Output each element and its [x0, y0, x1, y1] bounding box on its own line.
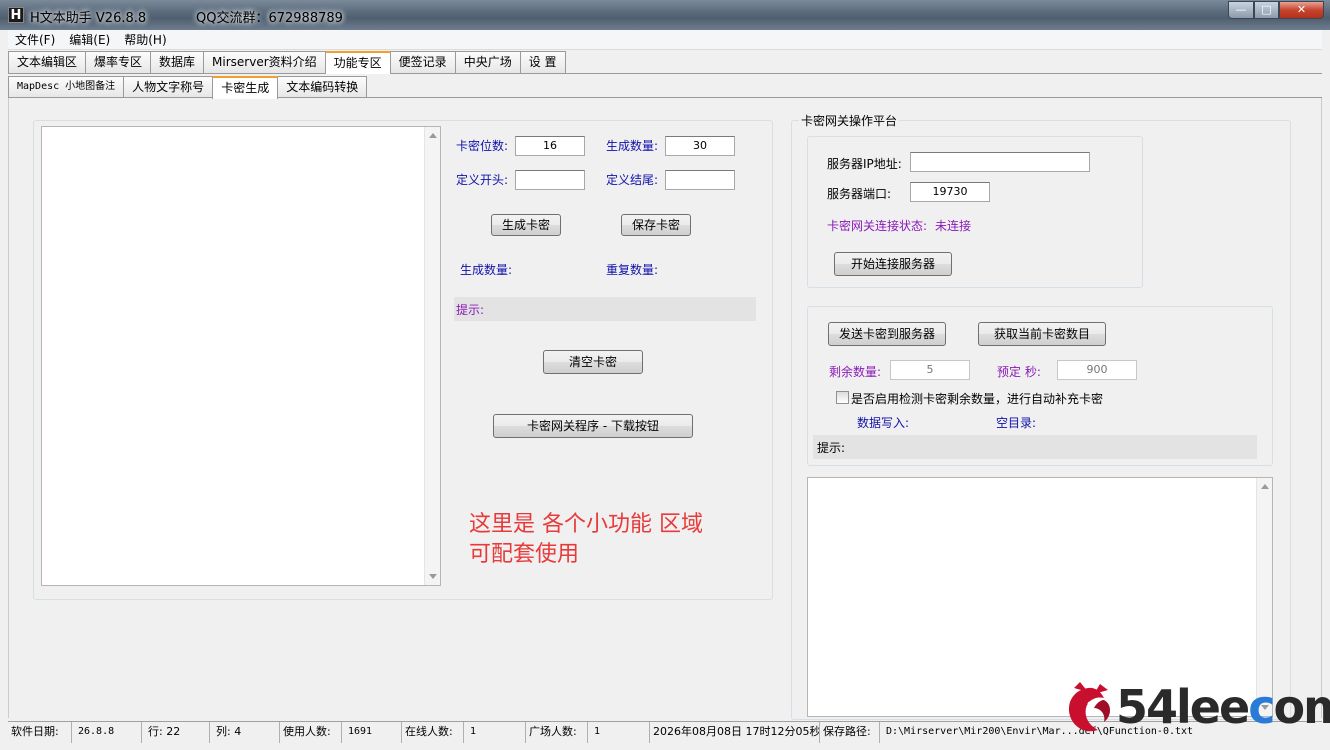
title-bar: H H文本助手 V26.8.8 QQ交流群：672988789 — □ ✕	[0, 0, 1330, 30]
server-port-label: 服务器端口:	[827, 187, 892, 201]
feature-note-line2: 可配套使用	[469, 542, 580, 567]
count-input[interactable]: 30	[665, 136, 735, 156]
gateway-hint-bar	[813, 435, 1257, 459]
watermark-suffix: om	[1273, 680, 1330, 734]
prefix-input[interactable]	[515, 170, 585, 190]
gateway-group-title: 卡密网关操作平台	[799, 112, 900, 129]
remaining-count-label: 剩余数量:	[829, 365, 882, 379]
scroll-up-icon[interactable]	[429, 133, 437, 138]
output-scrollbar[interactable]	[424, 127, 440, 585]
preset-seconds-label: 预定 秒:	[997, 365, 1041, 379]
data-write-label: 数据写入:	[857, 416, 910, 430]
count-label: 生成数量:	[606, 139, 659, 153]
online-value: 1	[464, 722, 526, 743]
main-tab-bar: 文本编辑区 爆率专区 数据库 Mirserver资料介绍 功能专区 便签记录 中…	[8, 51, 566, 74]
sub-tab-bar: MapDesc 小地图备注 人物文字称号 卡密生成 文本编码转换	[8, 76, 368, 99]
tab-functions[interactable]: 功能专区	[324, 51, 391, 74]
datetime-value: 2026年08月08日 17时12分05秒	[650, 722, 820, 743]
watermark-accent: c	[1248, 680, 1275, 734]
connection-status-label: 卡密网关连接状态:	[827, 219, 928, 233]
menu-help[interactable]: 帮助(H)	[117, 30, 173, 49]
scroll-down-icon[interactable]	[429, 574, 437, 579]
save-cards-button[interactable]: 保存卡密	[621, 214, 691, 236]
feature-note-line1: 这里是 各个小功能 区域	[469, 512, 703, 537]
tab-notes[interactable]: 便签记录	[389, 51, 456, 73]
maximize-button[interactable]: □	[1254, 1, 1279, 19]
tab-mapdesc[interactable]: MapDesc 小地图备注	[8, 76, 125, 98]
gateway-hint-label: 提示:	[817, 441, 846, 455]
minimize-button[interactable]: —	[1228, 1, 1254, 19]
generate-cards-button[interactable]: 生成卡密	[491, 214, 561, 236]
menu-file[interactable]: 文件(F)	[8, 30, 62, 49]
server-ip-input[interactable]	[910, 152, 1090, 172]
prefix-label: 定义开头:	[456, 173, 509, 187]
col-indicator: 列: 4	[210, 722, 280, 743]
watermark-text: 54leecom	[1116, 680, 1330, 734]
plaza-label: 广场人数:	[526, 722, 588, 743]
empty-dir-label: 空目录:	[996, 416, 1037, 430]
tab-mirserver-info[interactable]: Mirserver资料介绍	[203, 51, 326, 73]
window-controls: — □ ✕	[1228, 1, 1324, 19]
server-port-input[interactable]: 19730	[910, 182, 990, 202]
send-cards-button[interactable]: 发送卡密到服务器	[828, 322, 946, 346]
auto-refill-checkbox[interactable]	[836, 391, 849, 404]
close-button[interactable]: ✕	[1279, 1, 1324, 19]
digits-input[interactable]: 16	[515, 136, 585, 156]
fetch-card-count-button[interactable]: 获取当前卡密数目	[978, 322, 1106, 346]
remaining-count-input: 5	[890, 360, 970, 380]
digits-label: 卡密位数:	[456, 139, 509, 153]
duplicate-count-label: 重复数量:	[606, 263, 659, 277]
tab-central-plaza[interactable]: 中央广场	[454, 51, 521, 73]
preset-seconds-input: 900	[1057, 360, 1137, 380]
watermark-prefix: 54lee	[1116, 680, 1250, 734]
connection-status-value: 未连接	[935, 219, 972, 233]
hint-label: 提示:	[456, 303, 485, 317]
suffix-input[interactable]	[665, 170, 735, 190]
dragon-logo-icon	[1068, 682, 1110, 732]
software-date-value: 26.8.8	[72, 722, 142, 743]
tab-text-edit[interactable]: 文本编辑区	[8, 51, 87, 73]
online-label: 在线人数:	[402, 722, 464, 743]
card-output-textarea[interactable]	[41, 126, 441, 586]
tab-drop-rate[interactable]: 爆率专区	[85, 51, 152, 73]
connect-server-button[interactable]: 开始连接服务器	[834, 252, 952, 276]
generated-count-label: 生成数量:	[460, 263, 513, 277]
tab-database[interactable]: 数据库	[150, 51, 205, 73]
row-indicator: 行: 22	[142, 722, 210, 743]
clear-cards-button[interactable]: 清空卡密	[543, 350, 643, 374]
tab-title-text[interactable]: 人物文字称号	[123, 76, 214, 98]
download-gateway-button[interactable]: 卡密网关程序 - 下载按钮	[493, 414, 693, 438]
suffix-label: 定义结尾:	[606, 173, 659, 187]
tab-divider	[8, 73, 1322, 74]
users-value: 1691	[342, 722, 402, 743]
software-date-label: 软件日期:	[8, 722, 72, 743]
menu-bar: 文件(F) 编辑(E) 帮助(H)	[8, 30, 1322, 50]
save-path-label: 保存路径:	[820, 722, 880, 743]
tab-encoding[interactable]: 文本编码转换	[277, 76, 368, 98]
server-ip-label: 服务器IP地址:	[827, 157, 902, 171]
tab-content: 卡密位数: 16 生成数量: 30 定义开头: 定义结尾: 生成卡密 保存卡密 …	[8, 98, 1322, 720]
window-title: H文本助手 V26.8.8	[30, 11, 147, 26]
watermark: 54leecom	[1060, 678, 1330, 746]
log-scroll-up-icon[interactable]	[1261, 484, 1269, 489]
auto-refill-label: 是否启用检测卡密剩余数量，进行自动补充卡密	[851, 392, 1104, 406]
tab-settings[interactable]: 设 置	[519, 51, 566, 73]
users-label: 使用人数:	[280, 722, 342, 743]
hint-bar	[454, 297, 756, 321]
plaza-value: 1	[588, 722, 650, 743]
qq-group-text: QQ交流群：672988789	[196, 11, 343, 26]
tab-card-gen[interactable]: 卡密生成	[212, 76, 279, 99]
app-logo-icon: H	[8, 7, 24, 23]
menu-edit[interactable]: 编辑(E)	[62, 30, 117, 49]
